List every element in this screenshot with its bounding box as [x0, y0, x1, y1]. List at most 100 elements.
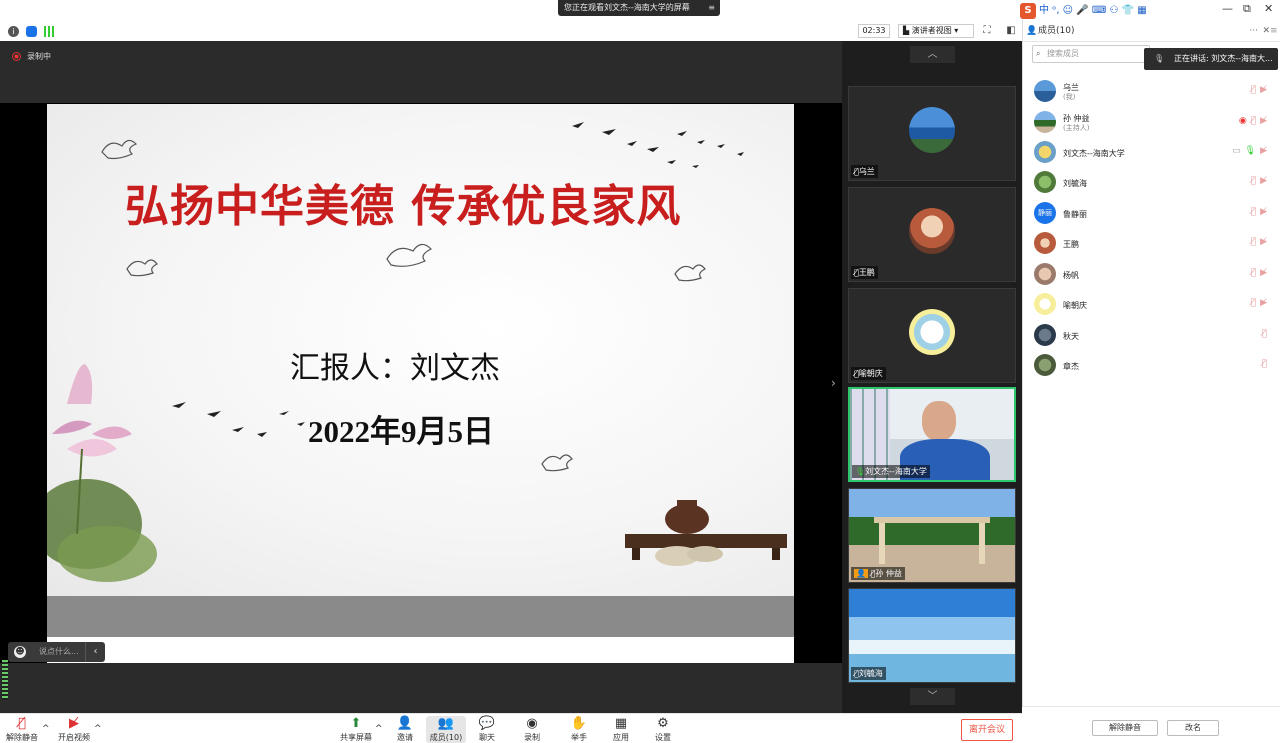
menu-icon[interactable]: ≡	[708, 0, 715, 16]
avatar	[1034, 111, 1056, 133]
expand-gallery-icon[interactable]: ›	[831, 376, 836, 390]
fullscreen-icon[interactable]: ⛶	[980, 24, 994, 38]
gate-pillar	[979, 519, 985, 564]
member-row[interactable]: 静丽 鲁静丽 🎙̸▶̸	[1030, 198, 1275, 228]
slide-footer-bar	[47, 596, 794, 637]
members-button[interactable]: 👥 成员(10)	[426, 716, 466, 743]
mic-muted-icon[interactable]: 🎙̸▶̸	[1251, 85, 1271, 95]
gate-beam	[874, 517, 990, 523]
unmute-button[interactable]: 🎙̸ 解除静音	[2, 716, 42, 743]
member-row[interactable]: 杨帆 🎙̸▶̸	[1030, 259, 1275, 289]
avatar	[1034, 324, 1056, 346]
mic-muted-icon[interactable]: 🎙̸▶̸	[1251, 237, 1271, 247]
settings-button[interactable]: ⚙ 设置	[643, 716, 683, 743]
member-status-icons[interactable]: ◉🎙̸▶̸	[1239, 116, 1271, 126]
audio-options-chevron-icon[interactable]: ^	[42, 724, 50, 734]
share-options-chevron-icon[interactable]: ^	[375, 724, 383, 734]
view-icon: ▙	[903, 26, 912, 35]
member-row[interactable]: 喻朝庆 🎙̸▶̸	[1030, 289, 1275, 319]
mic-muted-icon[interactable]: 🎙̸▶̸	[1251, 176, 1271, 186]
recording-label: 录制中	[27, 52, 51, 61]
video-tile[interactable]: 👤 🎙̸孙 仲益	[848, 488, 1016, 583]
panel-menu-icon[interactable]: ≡	[1270, 20, 1280, 42]
info-icon[interactable]: i	[8, 26, 19, 37]
mic-active-icon: 🎙	[1244, 146, 1261, 156]
tile-name: 🎙̸乌兰	[851, 165, 878, 178]
apps-button[interactable]: ▦ 应用	[601, 716, 641, 743]
tile-name: 🎙̸刘毓海	[851, 667, 886, 680]
mic-icon: 🎙	[1154, 54, 1165, 63]
member-row[interactable]: 王鹏 🎙̸▶̸	[1030, 228, 1275, 258]
member-row[interactable]: 章杰 🎙̸	[1030, 350, 1275, 380]
record-button[interactable]: ◉ 录制	[512, 716, 552, 743]
chat-button[interactable]: 💬 聊天	[467, 716, 507, 743]
member-search-input[interactable]: ⌕ 搜索成员	[1032, 45, 1150, 63]
view-mode-label: 演讲者视图	[911, 26, 952, 35]
avatar	[1034, 80, 1056, 102]
ime-toolbar[interactable]: S中 ᵒ, ☺ 🎤 ⌨ ⚇ 👕 ▦	[1020, 1, 1166, 19]
tile-name: 🎙刘文杰--海南大学	[852, 465, 930, 478]
unmute-all-button[interactable]: 解除静音	[1092, 720, 1158, 736]
minimize-icon[interactable]: —	[1222, 2, 1233, 15]
video-tile[interactable]: 🎙̸喻朝庆	[848, 288, 1016, 383]
video-tile-active-speaker[interactable]: 🎙刘文杰--海南大学	[848, 387, 1016, 482]
close-panel-icon[interactable]: ✕	[1262, 20, 1270, 42]
leave-meeting-button[interactable]: 离开会议	[961, 719, 1013, 741]
sidebar-toggle-icon[interactable]: ◧	[1004, 24, 1018, 38]
gallery-up-icon[interactable]: ︿	[910, 46, 955, 63]
record-dot-icon	[12, 52, 21, 61]
tile-name: 🎙̸王鹏	[851, 266, 878, 279]
avatar	[1034, 354, 1056, 376]
mic-muted-icon[interactable]: 🎙̸▶̸	[1251, 207, 1271, 217]
video-tile[interactable]: 🎙̸乌兰	[848, 86, 1016, 181]
member-row[interactable]: 秋天 🎙̸	[1030, 320, 1275, 350]
emoji-icon[interactable]: ☻	[14, 646, 26, 658]
video-options-chevron-icon[interactable]: ^	[94, 724, 102, 734]
chat-placeholder: 说点什么...	[39, 647, 79, 656]
restore-icon[interactable]: ⧉	[1243, 2, 1251, 16]
gallery-down-icon[interactable]: ﹀	[910, 688, 955, 705]
raise-hand-button[interactable]: ✋ 举手	[559, 716, 599, 743]
mic-muted-icon[interactable]: 🎙̸▶̸	[1251, 268, 1271, 278]
sogou-logo-icon: S	[1020, 3, 1036, 19]
avatar	[1034, 232, 1056, 254]
signal-icon[interactable]	[44, 26, 56, 37]
members-icon: 👤	[1026, 26, 1038, 36]
screen-share-banner[interactable]: 您正在观看刘文杰--海南大学的屏幕 ≡	[558, 0, 720, 16]
slide-footer-strip	[47, 637, 794, 663]
chat-input-box[interactable]: ☻ 说点什么... ‹	[8, 642, 105, 662]
camera-off-icon: ▶̸	[69, 716, 79, 731]
ime-lang[interactable]: 中	[1039, 5, 1049, 16]
avatar	[909, 107, 955, 153]
invite-button[interactable]: 👤 邀请	[385, 716, 425, 743]
member-row[interactable]: 乌兰 (我) 🎙̸▶̸	[1030, 76, 1275, 106]
start-video-button[interactable]: ▶̸ 开启视频	[54, 716, 94, 743]
search-icon: ⌕	[1036, 49, 1041, 58]
member-row[interactable]: 刘毓海 🎙̸▶̸	[1030, 167, 1275, 197]
recording-indicator[interactable]: 录制中	[12, 50, 51, 64]
close-icon[interactable]: ✕	[1264, 2, 1273, 15]
rename-button[interactable]: 改名	[1167, 720, 1219, 736]
share-screen-button[interactable]: ⬆ 共享屏幕	[336, 716, 376, 743]
collapse-chat-icon[interactable]: ‹	[85, 642, 105, 662]
member-status-icons[interactable]: ▭🎙▶̸	[1232, 146, 1271, 156]
slide-reporter: 汇报人：刘文杰	[290, 351, 500, 386]
mic-muted-icon[interactable]: 🎙̸	[1262, 359, 1271, 369]
bottom-toolbar	[0, 713, 1022, 743]
speaking-text: 正在讲话: 刘文杰--海南大...	[1174, 54, 1273, 63]
share-screen-icon: ⬆	[350, 716, 362, 731]
shield-icon[interactable]	[26, 26, 37, 37]
video-tile[interactable]: 🎙̸王鹏	[848, 187, 1016, 282]
gear-icon: ⚙	[657, 716, 669, 731]
member-row[interactable]: 刘文杰--海南大学 ▭🎙▶̸	[1030, 137, 1275, 167]
members-icon: 👥	[437, 716, 455, 731]
members-panel-title: 成员(10)	[1038, 26, 1075, 36]
tile-name: 👤 🎙̸孙 仲益	[851, 567, 905, 580]
member-row[interactable]: 孙 仲益 (主持人) ◉🎙̸▶̸	[1030, 107, 1275, 137]
more-options-icon[interactable]: ···	[1249, 20, 1258, 42]
mic-muted-icon[interactable]: 🎙̸▶̸	[1251, 298, 1271, 308]
view-mode-dropdown[interactable]: ▙ 演讲者视图 ▾	[898, 24, 974, 38]
video-tile[interactable]: 🎙̸刘毓海	[848, 588, 1016, 683]
hand-icon: ✋	[570, 716, 588, 731]
mic-muted-icon[interactable]: 🎙̸	[1262, 329, 1271, 339]
